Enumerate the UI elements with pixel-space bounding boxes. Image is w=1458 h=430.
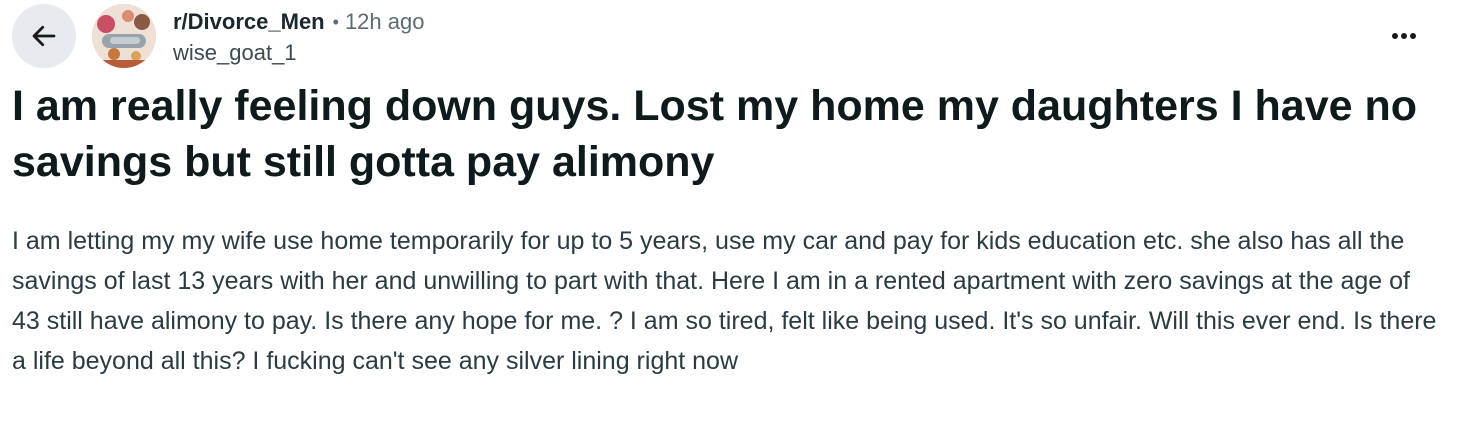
meta-separator: •: [332, 11, 339, 32]
post-body: I am letting my my wife use home tempora…: [12, 227, 1437, 375]
more-options-button[interactable]: [1384, 18, 1424, 54]
subreddit-avatar[interactable]: [92, 4, 156, 68]
subreddit-link[interactable]: r/Divorce_Men: [173, 9, 325, 35]
arrow-left-icon: [32, 25, 56, 47]
post-timestamp: 12h ago: [344, 9, 425, 34]
more-horizontal-icon: [1392, 33, 1416, 39]
post-header: r/Divorce_Men • 12h ago wise_goat_1: [12, 4, 1458, 68]
author-link[interactable]: wise_goat_1: [173, 40, 424, 66]
post-meta: r/Divorce_Men • 12h ago wise_goat_1: [173, 8, 424, 66]
back-button[interactable]: [12, 4, 76, 68]
post-title: I am really feeling down guys. Lost my h…: [12, 82, 1417, 186]
subreddit-avatar-image: [92, 4, 156, 68]
